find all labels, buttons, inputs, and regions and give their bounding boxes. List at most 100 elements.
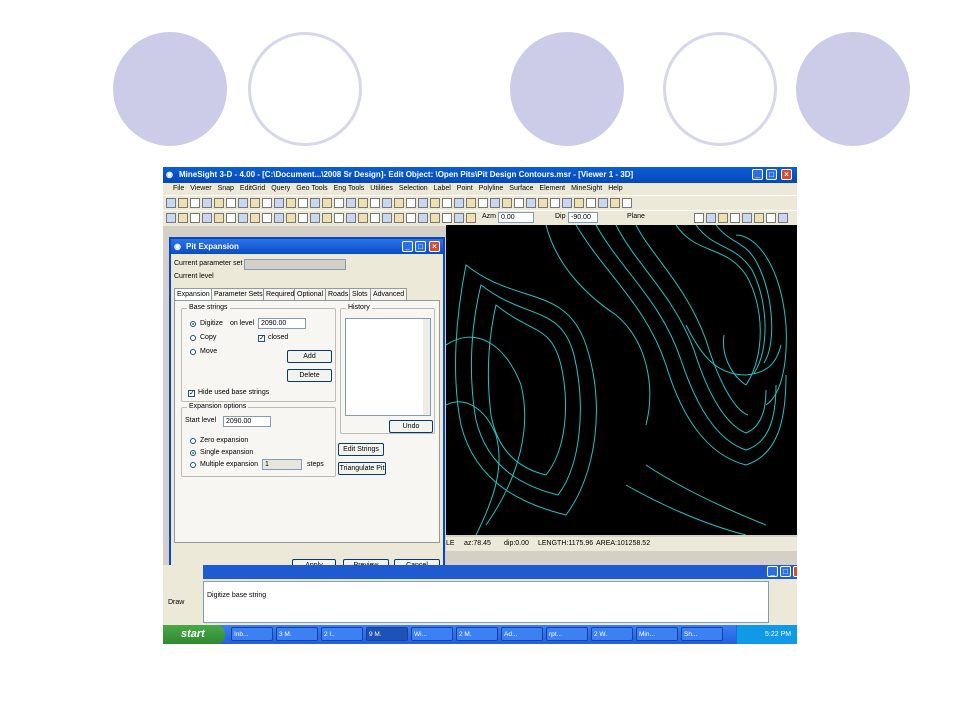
- toolbar-tool-icon[interactable]: [178, 198, 188, 208]
- toolbar-tool-icon[interactable]: [574, 198, 584, 208]
- toolbar-tool-icon[interactable]: [166, 213, 176, 223]
- toolbar-tool-icon[interactable]: [466, 213, 476, 223]
- toolbar-tool-icon[interactable]: [718, 213, 728, 223]
- toolbar-tool-icon[interactable]: [226, 198, 236, 208]
- zero-expansion-radio[interactable]: [190, 438, 196, 444]
- toolbar-tool-icon[interactable]: [322, 213, 332, 223]
- menu-item[interactable]: Utilities: [370, 185, 393, 192]
- toolbar-tool-icon[interactable]: [754, 213, 764, 223]
- minimize-button[interactable]: _: [752, 169, 763, 180]
- toolbar-tool-icon[interactable]: [430, 198, 440, 208]
- triangulate-pit-button[interactable]: Triangulate Pit: [338, 462, 386, 475]
- toolbar-tool-icon[interactable]: [370, 213, 380, 223]
- delete-button[interactable]: Delete: [287, 369, 332, 382]
- toolbar-tool-icon[interactable]: [250, 213, 260, 223]
- menu-item[interactable]: Query: [271, 185, 290, 192]
- toolbar-tool-icon[interactable]: [178, 213, 188, 223]
- toolbar-tool-icon[interactable]: [346, 198, 356, 208]
- menu-item[interactable]: Selection: [399, 185, 428, 192]
- dip-field[interactable]: -90.00: [568, 212, 598, 223]
- toolbar-tool-icon[interactable]: [562, 198, 572, 208]
- task-button[interactable]: 3 M.: [276, 627, 318, 641]
- task-button[interactable]: 2 M.: [456, 627, 498, 641]
- dialog-maximize-button[interactable]: □: [415, 241, 426, 252]
- tab-advanced[interactable]: Advanced: [370, 288, 408, 300]
- multiple-expansion-radio[interactable]: [190, 462, 196, 468]
- add-button[interactable]: Add: [287, 350, 332, 363]
- toolbar-tool-icon[interactable]: [322, 198, 332, 208]
- toolbar-tool-icon[interactable]: [490, 198, 500, 208]
- toolbar-tool-icon[interactable]: [238, 213, 248, 223]
- menu-item[interactable]: Element: [539, 185, 565, 192]
- toolbar-tool-icon[interactable]: [394, 198, 404, 208]
- toolbar-tool-icon[interactable]: [622, 198, 632, 208]
- menu-item[interactable]: Polyline: [479, 185, 504, 192]
- task-button[interactable]: 9 M.: [366, 627, 408, 641]
- toolbar-tool-icon[interactable]: [454, 198, 464, 208]
- toolbar-tool-icon[interactable]: [418, 198, 428, 208]
- toolbar-tool-icon[interactable]: [610, 198, 620, 208]
- toolbar-tool-icon[interactable]: [226, 213, 236, 223]
- menu-item[interactable]: Label: [434, 185, 451, 192]
- tab-expansion[interactable]: Expansion: [174, 288, 213, 300]
- menu-item[interactable]: Eng Tools: [334, 185, 365, 192]
- toolbar-tool-icon[interactable]: [394, 213, 404, 223]
- toolbar-tool-icon[interactable]: [442, 213, 452, 223]
- toolbar-tool-icon[interactable]: [262, 198, 272, 208]
- tab-optional[interactable]: Optional: [294, 288, 327, 300]
- on-level-field[interactable]: 2090.00: [258, 318, 306, 329]
- task-button[interactable]: Wi...: [411, 627, 453, 641]
- toolbar-tool-icon[interactable]: [202, 213, 212, 223]
- toolbar-tool-icon[interactable]: [334, 198, 344, 208]
- task-button[interactable]: Inb...: [231, 627, 273, 641]
- tab-slots[interactable]: Slots: [349, 288, 371, 300]
- toolbar-tool-icon[interactable]: [454, 213, 464, 223]
- toolbar-tool-icon[interactable]: [598, 198, 608, 208]
- task-button[interactable]: Sh...: [681, 627, 723, 641]
- toolbar-tool-icon[interactable]: [694, 213, 704, 223]
- menu-item[interactable]: MineSight: [571, 185, 602, 192]
- toolbar-tool-icon[interactable]: [406, 198, 416, 208]
- toolbar-tool-icon[interactable]: [202, 198, 212, 208]
- undo-button[interactable]: Undo: [389, 420, 433, 433]
- message-close-button[interactable]: ×: [793, 566, 797, 577]
- toolbar-tool-icon[interactable]: [466, 198, 476, 208]
- draw-label[interactable]: Draw: [168, 599, 184, 606]
- menu-item[interactable]: File: [173, 185, 184, 192]
- menu-item[interactable]: Geo Tools: [296, 185, 327, 192]
- task-button[interactable]: 2 W.: [591, 627, 633, 641]
- menu-item[interactable]: Snap: [218, 185, 234, 192]
- menu-item[interactable]: Viewer: [190, 185, 211, 192]
- toolbar-tool-icon[interactable]: [526, 198, 536, 208]
- toolbar-tool-icon[interactable]: [442, 198, 452, 208]
- current-parameter-set-field[interactable]: [244, 259, 346, 270]
- toolbar-tool-icon[interactable]: [274, 213, 284, 223]
- toolbar-tool-icon[interactable]: [418, 213, 428, 223]
- toolbar-tool-icon[interactable]: [250, 198, 260, 208]
- menu-item[interactable]: Point: [457, 185, 473, 192]
- menu-item[interactable]: Help: [608, 185, 622, 192]
- start-button[interactable]: start: [163, 625, 225, 644]
- single-expansion-radio[interactable]: [190, 450, 196, 456]
- toolbar-tool-icon[interactable]: [238, 198, 248, 208]
- toolbar-tool-icon[interactable]: [286, 213, 296, 223]
- close-button[interactable]: ×: [781, 169, 792, 180]
- history-list[interactable]: [345, 318, 431, 416]
- dialog-minimize-button[interactable]: _: [402, 241, 413, 252]
- hide-used-checkbox[interactable]: ✓: [188, 390, 195, 397]
- edit-strings-button[interactable]: Edit Strings: [338, 443, 384, 456]
- azm-field[interactable]: 0.00: [498, 212, 534, 223]
- copy-radio[interactable]: [190, 335, 196, 341]
- closed-checkbox[interactable]: ✓: [258, 335, 265, 342]
- toolbar-tool-icon[interactable]: [286, 198, 296, 208]
- toolbar-tool-icon[interactable]: [538, 198, 548, 208]
- toolbar-tool-icon[interactable]: [298, 213, 308, 223]
- toolbar-tool-icon[interactable]: [310, 213, 320, 223]
- toolbar-tool-icon[interactable]: [190, 198, 200, 208]
- toolbar-tool-icon[interactable]: [478, 198, 488, 208]
- menu-item[interactable]: Surface: [509, 185, 533, 192]
- tab-roads[interactable]: Roads: [325, 288, 352, 300]
- toolbar-tool-icon[interactable]: [298, 198, 308, 208]
- toolbar-tool-icon[interactable]: [262, 213, 272, 223]
- toolbar-tool-icon[interactable]: [334, 213, 344, 223]
